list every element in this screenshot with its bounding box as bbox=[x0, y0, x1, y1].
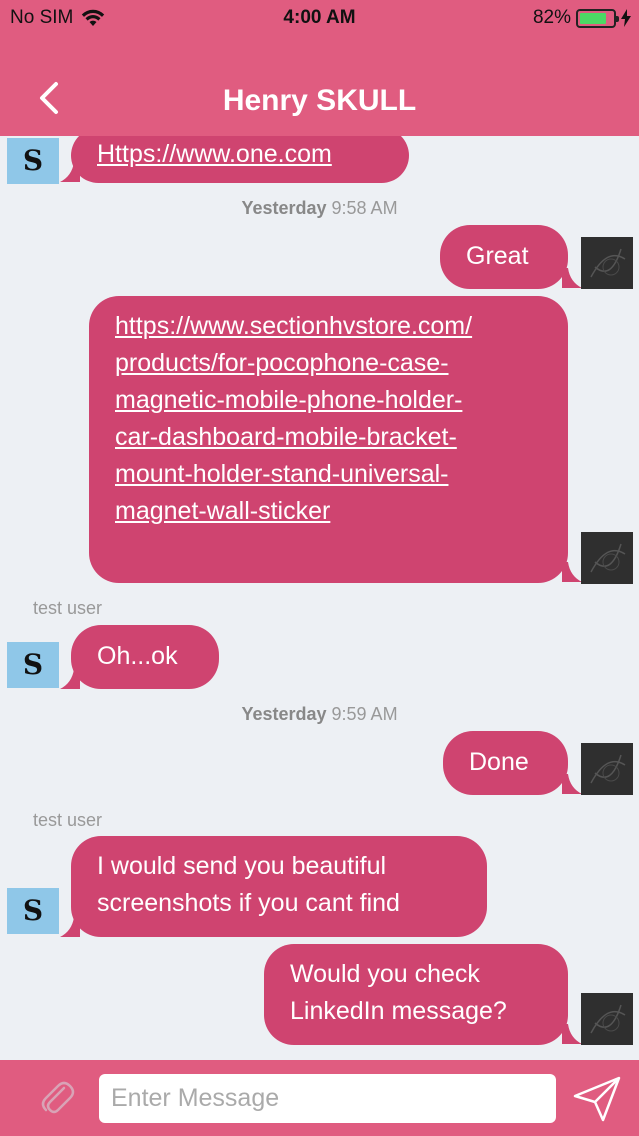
charging-bolt-icon bbox=[621, 9, 631, 27]
sender-name: test user bbox=[33, 598, 103, 618]
contact-avatar[interactable]: S bbox=[7, 138, 59, 184]
battery-fill bbox=[580, 12, 607, 24]
timestamp: Yesterday 9:59 AM bbox=[0, 704, 639, 725]
timestamp-day: Yesterday bbox=[241, 198, 327, 218]
message-link-line[interactable]: mount-holder-stand-universal- bbox=[115, 456, 542, 493]
attach-button[interactable] bbox=[36, 1078, 78, 1120]
user-avatar[interactable] bbox=[581, 743, 633, 795]
send-icon bbox=[573, 1076, 621, 1122]
message-input-bar bbox=[0, 1060, 639, 1136]
user-avatar[interactable] bbox=[581, 237, 633, 289]
message-bubble-incoming[interactable]: Oh...ok bbox=[71, 625, 219, 689]
message-bubble-outgoing[interactable]: Great bbox=[440, 225, 568, 289]
message-link-line[interactable]: magnetic-mobile-phone-holder- bbox=[115, 382, 542, 419]
message-link-line[interactable]: products/for-pocophone-case- bbox=[115, 345, 542, 382]
message-bubble-outgoing[interactable]: https://www.sectionhvstore.com/ products… bbox=[89, 296, 568, 583]
battery-percent: 82% bbox=[532, 7, 571, 28]
user-avatar-image bbox=[581, 532, 633, 584]
chat-thread[interactable]: S Https://www.one.com Yesterday 9:58 AM … bbox=[0, 136, 639, 1060]
message-text-line: Would you check bbox=[290, 960, 480, 988]
user-avatar-image bbox=[581, 237, 633, 289]
bubble-tail bbox=[562, 774, 582, 794]
paperclip-icon bbox=[41, 1081, 75, 1114]
bubble-tail bbox=[562, 562, 582, 582]
contact-avatar[interactable]: S bbox=[7, 642, 59, 688]
timestamp: Yesterday 9:58 AM bbox=[0, 198, 639, 219]
user-avatar-image bbox=[581, 993, 633, 1045]
message-text-line: screenshots if you cant find bbox=[97, 889, 400, 917]
contact-avatar[interactable]: S bbox=[7, 888, 59, 934]
sender-name: test user bbox=[33, 810, 103, 830]
battery-icon bbox=[576, 8, 619, 28]
user-avatar[interactable] bbox=[581, 532, 633, 584]
bubble-tail bbox=[562, 1024, 582, 1044]
message-text: Great bbox=[466, 242, 529, 270]
message-link-line[interactable]: magnet-wall-sticker bbox=[115, 493, 542, 530]
navigation-bar: Henry SKULL bbox=[0, 40, 639, 136]
message-bubble-incoming[interactable]: Https://www.one.com bbox=[71, 136, 409, 183]
message-input[interactable] bbox=[99, 1074, 556, 1123]
message-bubble-incoming[interactable]: I would send you beautiful screenshots i… bbox=[71, 836, 487, 937]
message-link-line[interactable]: https://www.sectionhvstore.com/ bbox=[115, 308, 542, 345]
user-avatar[interactable] bbox=[581, 993, 633, 1045]
status-bar: No SIM 4:00 AM 82% bbox=[0, 0, 639, 40]
message-link[interactable]: Https://www.one.com bbox=[97, 140, 332, 168]
bubble-tail bbox=[562, 268, 582, 288]
message-link-line[interactable]: car-dashboard-mobile-bracket- bbox=[115, 419, 542, 456]
battery-group: 82% bbox=[533, 7, 631, 29]
message-text-line: I would send you beautiful bbox=[97, 852, 387, 880]
message-bubble-outgoing[interactable]: Done bbox=[443, 731, 568, 795]
timestamp-time: 9:59 AM bbox=[331, 704, 398, 724]
user-avatar-image bbox=[581, 743, 633, 795]
send-button[interactable] bbox=[571, 1074, 623, 1124]
timestamp-time: 9:58 AM bbox=[331, 198, 398, 218]
timestamp-day: Yesterday bbox=[241, 704, 327, 724]
message-bubble-outgoing[interactable]: Would you check LinkedIn message? bbox=[264, 944, 568, 1045]
page-title: Henry SKULL bbox=[222, 84, 417, 117]
message-text: Done bbox=[469, 748, 529, 776]
message-text-line: LinkedIn message? bbox=[290, 997, 507, 1025]
message-text: Oh...ok bbox=[97, 642, 178, 670]
